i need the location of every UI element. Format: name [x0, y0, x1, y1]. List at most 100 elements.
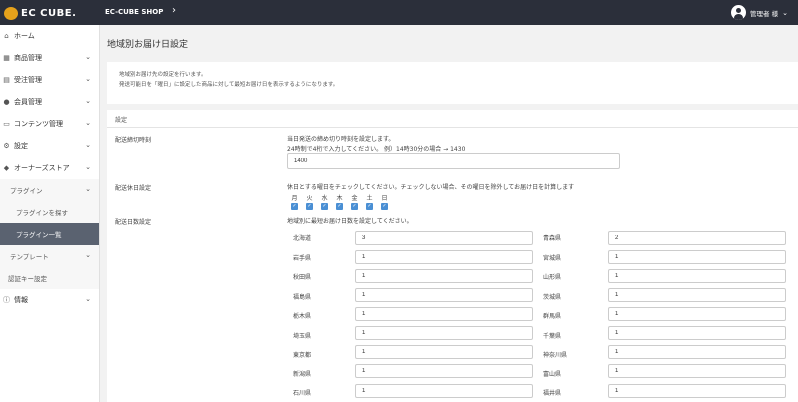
sidebar-item-orders[interactable]: ▤ 受注管理 ⌄: [0, 69, 99, 91]
prefecture-days-input[interactable]: [608, 250, 786, 264]
lead-days-label: 配送日数設定: [115, 219, 152, 226]
sidebar-item-label: 商品管理: [14, 54, 42, 62]
sidebar-item-auth-key[interactable]: 認証キー設定: [0, 267, 99, 289]
user-name: 管理者 様: [750, 9, 779, 18]
prefecture-label: 群馬県: [543, 313, 562, 320]
weekday-label: 木: [336, 195, 343, 202]
logo-text: EC CUBE.: [21, 7, 77, 19]
sidebar-item-owners-store[interactable]: ◆ オーナーズストア ⌄: [0, 157, 99, 179]
shop-name-link[interactable]: EC-CUBE SHOP: [105, 8, 163, 16]
check-icon: ✓: [306, 203, 313, 210]
prefecture-label: 福島県: [293, 294, 312, 301]
weekday-label: 月: [291, 195, 298, 202]
prefecture-days-input[interactable]: [608, 364, 786, 378]
products-icon: ▦: [3, 54, 10, 62]
chevron-down-icon: ⌄: [85, 119, 91, 127]
chevron-down-icon: ⌄: [782, 8, 788, 17]
prefecture-days-input[interactable]: [608, 231, 786, 245]
chevron-down-icon: ⌄: [85, 53, 91, 61]
sidebar-item-label: プラグイン: [10, 187, 43, 195]
sidebar-item-template[interactable]: テンプレート ⌄: [0, 245, 99, 267]
sidebar-item-info[interactable]: ⓘ 情報 ⌄: [0, 289, 99, 311]
user-icon: ●: [3, 98, 10, 106]
prefecture-days-input[interactable]: [355, 364, 533, 378]
chevron-right-icon[interactable]: ›: [172, 5, 176, 16]
sidebar-item-customers[interactable]: ● 会員管理 ⌄: [0, 91, 99, 113]
prefecture-days-input[interactable]: [355, 326, 533, 340]
sidebar-item-products[interactable]: ▦ 商品管理 ⌄: [0, 47, 99, 69]
sidebar-item-label: 設定: [14, 142, 28, 150]
prefecture-label: 東京都: [293, 352, 312, 359]
cutoff-help: 当日発送の締め切り時刻を設定します。: [287, 136, 395, 143]
weekday-label: 日: [381, 195, 388, 202]
prefecture-label: 福井県: [543, 390, 562, 397]
prefecture-days-input[interactable]: [608, 307, 786, 321]
chevron-down-icon: ⌄: [85, 185, 91, 193]
check-icon: ✓: [351, 203, 358, 210]
chevron-down-icon: ⌄: [85, 163, 91, 171]
prefecture-days-input[interactable]: [355, 250, 533, 264]
weekday-label: 金: [351, 195, 358, 202]
holiday-label: 配送休日設定: [115, 185, 152, 192]
sidebar-item-plugin-search[interactable]: プラグインを探す: [0, 201, 99, 223]
weekday-checkbox[interactable]: ✓: [377, 203, 392, 210]
prefecture-days-input[interactable]: [608, 345, 786, 359]
prefecture-label: 栃木県: [293, 313, 312, 320]
prefecture-days-input[interactable]: [355, 288, 533, 302]
sidebar-item-plugin-list[interactable]: プラグイン一覧: [0, 223, 99, 245]
weekday-checkbox[interactable]: ✓: [287, 203, 302, 210]
settings-card: 設定 配送締切時刻 当日発送の締め切り時刻を設定します。 24時制で4桁で入力し…: [107, 110, 798, 402]
sidebar-item-plugin[interactable]: プラグイン ⌄: [0, 179, 99, 201]
sidebar-item-label: オーナーズストア: [14, 164, 70, 172]
sidebar-item-label: コンテンツ管理: [14, 120, 63, 128]
weekday-checkbox[interactable]: ✓: [362, 203, 377, 210]
prefecture-days-input[interactable]: [608, 269, 786, 283]
orders-icon: ▤: [3, 76, 10, 84]
sidebar-item-settings[interactable]: ⚙ 設定 ⌄: [0, 135, 99, 157]
top-bar: EC CUBE. EC-CUBE SHOP › 管理者 様 ⌄: [0, 0, 798, 25]
sidebar-item-contents[interactable]: ▭ コンテンツ管理 ⌄: [0, 113, 99, 135]
prefecture-label: 茨城県: [543, 294, 562, 301]
prefecture-days-input[interactable]: [608, 288, 786, 302]
prefecture-label: 青森県: [543, 235, 562, 242]
contents-icon: ▭: [3, 120, 10, 128]
cutoff-help: 24時制で4桁で入力してください。 例）14時30分の場合 → 1430: [287, 146, 466, 153]
check-icon: ✓: [291, 203, 298, 210]
sidebar-item-label: テンプレート: [10, 253, 49, 261]
cutoff-time-input[interactable]: [287, 153, 620, 169]
chevron-down-icon: ⌄: [85, 97, 91, 105]
prefecture-days-input[interactable]: [355, 345, 533, 359]
weekday-checkbox[interactable]: ✓: [332, 203, 347, 210]
user-menu[interactable]: 管理者 様 ⌄: [731, 5, 788, 20]
prefecture-label: 岩手県: [293, 255, 312, 262]
weekday-checkbox[interactable]: ✓: [317, 203, 332, 210]
prefecture-days-input[interactable]: [355, 231, 533, 245]
notice-line: 発送可能日を「曜日」に設定した商品に対して最短お届け日を表示するようになります。: [119, 82, 339, 88]
prefecture-label: 秋田県: [293, 274, 312, 281]
chevron-down-icon: ⌄: [85, 251, 91, 259]
chevron-down-icon: ⌄: [85, 141, 91, 149]
weekday-label: 火: [306, 195, 313, 202]
info-icon: ⓘ: [3, 296, 10, 304]
sidebar-item-home[interactable]: ⌂ ホーム: [0, 25, 99, 47]
prefecture-days-input[interactable]: [355, 307, 533, 321]
logo[interactable]: EC CUBE.: [4, 6, 76, 20]
gear-icon: ⚙: [3, 142, 10, 150]
sidebar: ⌂ ホーム ▦ 商品管理 ⌄ ▤ 受注管理 ⌄ ● 会員管理 ⌄ ▭ コンテンツ…: [0, 25, 100, 402]
prefecture-days-input[interactable]: [355, 269, 533, 283]
check-icon: ✓: [336, 203, 343, 210]
holiday-help: 休日とする曜日をチェックしてください。チェックしない場合、その曜日を除外してお届…: [287, 184, 575, 191]
prefecture-label: 新潟県: [293, 371, 312, 378]
prefecture-label: 山形県: [543, 274, 562, 281]
weekday-checkbox[interactable]: ✓: [302, 203, 317, 210]
prefecture-label: 北海道: [293, 235, 312, 242]
lead-days-help: 地域別に最短お届け日数を設定してください。: [287, 218, 413, 225]
chevron-down-icon: ⌄: [85, 295, 91, 303]
logo-icon: [4, 6, 18, 20]
prefecture-days-input[interactable]: [608, 384, 786, 398]
prefecture-days-input[interactable]: [355, 384, 533, 398]
notice-box: 地域別お届け先の設定を行います。 発送可能日を「曜日」に設定した商品に対して最短…: [107, 62, 798, 104]
sidebar-item-label: 会員管理: [14, 98, 42, 106]
weekday-checkbox[interactable]: ✓: [347, 203, 362, 210]
prefecture-days-input[interactable]: [608, 326, 786, 340]
